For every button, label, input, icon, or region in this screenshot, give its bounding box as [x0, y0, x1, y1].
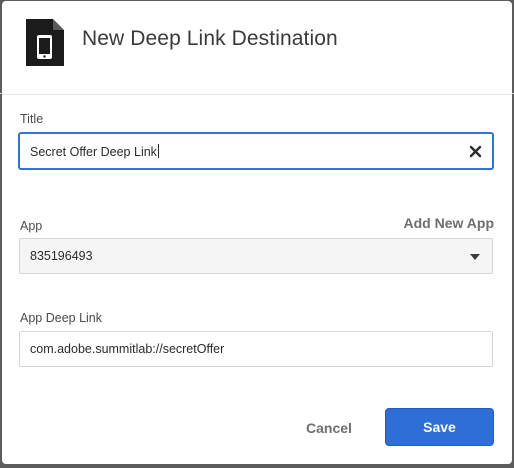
app-deep-link-label: App Deep Link	[20, 311, 103, 325]
header-divider	[2, 94, 512, 95]
cancel-button[interactable]: Cancel	[292, 410, 366, 446]
save-button[interactable]: Save	[385, 408, 494, 446]
chevron-down-icon[interactable]	[470, 254, 480, 260]
title-input[interactable]: Secret Offer Deep Link	[19, 133, 493, 169]
app-label: App	[20, 219, 43, 233]
title-label: Title	[20, 112, 44, 126]
title-input-value: Secret Offer Deep Link	[30, 144, 159, 159]
app-deep-link-input[interactable]: com.adobe.summitlab://secretOffer	[19, 331, 493, 367]
text-caret	[157, 144, 159, 158]
app-deep-link-value: com.adobe.summitlab://secretOffer	[30, 342, 225, 356]
new-deep-link-dialog: New Deep Link Destination Title Secret O…	[2, 1, 512, 464]
mobile-document-icon	[26, 19, 64, 66]
dialog-title: New Deep Link Destination	[82, 27, 338, 50]
app-select[interactable]: 835196493	[19, 238, 493, 274]
app-select-value: 835196493	[30, 249, 93, 263]
add-new-app-link[interactable]: Add New App	[404, 215, 494, 231]
clear-icon[interactable]	[469, 145, 482, 158]
